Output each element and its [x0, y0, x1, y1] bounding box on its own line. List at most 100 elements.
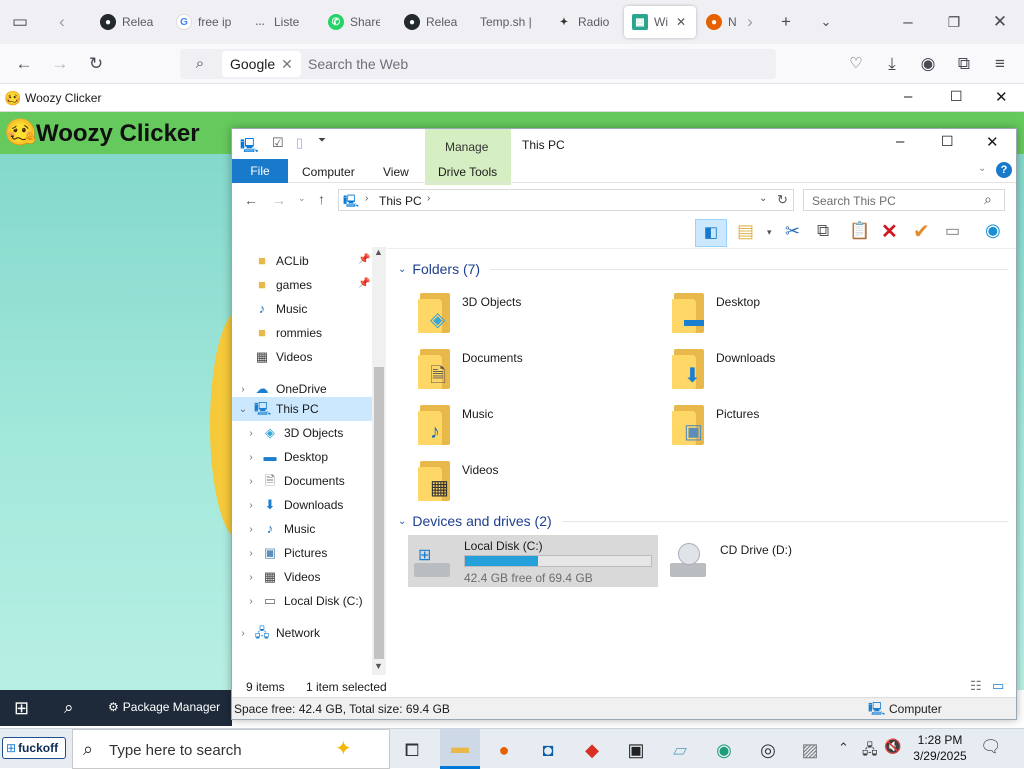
clear-engine-icon[interactable]: ✕ [281, 56, 293, 73]
new-tab-icon[interactable]: + [774, 12, 798, 32]
tab-file[interactable]: File [232, 159, 288, 183]
close-tab-icon[interactable]: ✕ [676, 15, 686, 29]
expand-ribbon-icon[interactable]: ⌄ [978, 163, 986, 174]
chevron-right-icon[interactable]: › [244, 596, 258, 607]
browser-tab-active[interactable]: ▦ Wi ✕ [624, 6, 696, 38]
tree-item-downloads[interactable]: › ⬇ Downloads [244, 493, 384, 517]
browser-tab[interactable]: ● Relea [100, 6, 156, 38]
app-close-icon[interactable]: ✕ [995, 88, 1008, 106]
network-globe-icon[interactable]: ◉ [985, 220, 1001, 241]
tab-view[interactable]: View [383, 165, 409, 179]
folder-videos[interactable]: ▦ Videos [416, 459, 656, 515]
taskbar-search-box[interactable]: ⌕ Type here to search ✦ [72, 729, 390, 769]
refresh-icon[interactable]: ↻ [777, 192, 788, 208]
tree-item-thispc-label[interactable]: ⌄ 🖳 This PC [236, 397, 376, 421]
search-engine-chip[interactable]: Google ✕ [222, 51, 301, 77]
app-taskbar-icon[interactable]: ◆ [572, 735, 612, 765]
browser-tab[interactable]: Gfree ip [176, 6, 234, 38]
app-minimize-icon[interactable]: – [904, 88, 912, 105]
search-input[interactable]: Search the Web [308, 56, 408, 72]
chevron-right-icon[interactable]: › [236, 384, 250, 395]
scroll-up-icon[interactable]: ▲ [374, 247, 383, 257]
scroll-thumb[interactable] [374, 367, 384, 659]
up-icon[interactable]: ↑ [318, 191, 325, 207]
tree-item-local-disk[interactable]: › ▭ Local Disk (C:) [244, 589, 384, 613]
properties-icon[interactable]: ☑ [272, 135, 284, 151]
drives-group-header[interactable]: ⌄ Devices and drives (2) [398, 511, 1008, 531]
browser-tab[interactable]: ✆ Share [328, 6, 380, 38]
chevron-right-icon[interactable]: › [244, 524, 258, 535]
chevron-down-icon[interactable]: ⌄ [236, 404, 250, 415]
address-dropdown-icon[interactable]: ⌄ [759, 193, 767, 204]
folder-pictures[interactable]: ▣ Pictures [670, 403, 910, 459]
brand-button[interactable]: ⊞ fuckoff [2, 737, 66, 759]
chevron-right-icon[interactable]: › [236, 628, 250, 639]
url-bar[interactable]: ⌕ Google ✕ Search the Web [180, 49, 776, 79]
large-icons-view-icon[interactable]: ▭ [992, 678, 1004, 694]
tree-item-3d-objects[interactable]: › ◈ 3D Objects [244, 421, 384, 445]
copy-icon[interactable]: ⧉ [817, 221, 829, 241]
package-manager-button[interactable]: ⚙ Package Manager [108, 700, 220, 714]
browser-tab[interactable]: ● N [706, 6, 740, 38]
tree-item-quick[interactable]: ■ rommies [250, 321, 388, 345]
restore-icon[interactable]: ❐ [942, 12, 966, 32]
folder-downloads[interactable]: ⬇ Downloads [670, 347, 910, 403]
help-icon[interactable]: ? [996, 162, 1012, 178]
extensions-icon[interactable]: ⧉ [952, 54, 976, 74]
tab-scroll-left-icon[interactable]: ‹ [50, 12, 74, 32]
folder-music[interactable]: ♪ Music [416, 403, 656, 459]
explorer-maximize-icon[interactable]: ☐ [941, 133, 954, 150]
app-maximize-icon[interactable]: ☐ [950, 88, 963, 105]
folder-3d-objects[interactable]: ◈ 3D Objects [416, 291, 656, 347]
tab-drive-tools[interactable]: Drive Tools [438, 165, 497, 179]
chevron-right-icon[interactable]: › [244, 572, 258, 583]
forward-icon[interactable]: → [272, 192, 286, 208]
terminal-taskbar-icon[interactable]: ▣ [616, 735, 656, 765]
browser-tab[interactable]: … Liste [252, 6, 306, 38]
folder-documents[interactable]: 🗎 Documents [416, 347, 656, 403]
cut-icon[interactable]: ✂ [785, 221, 800, 242]
scroll-down-icon[interactable]: ▼ [374, 661, 383, 671]
downloads-icon[interactable]: ⤓ [880, 54, 904, 74]
file-explorer-taskbar-icon[interactable]: ▬ [440, 729, 480, 769]
folder-desktop[interactable]: ▬ Desktop [670, 291, 910, 347]
chevron-right-icon[interactable]: › [244, 452, 258, 463]
explorer-close-icon[interactable]: ✕ [986, 133, 999, 151]
tree-item-music[interactable]: › ♪ Music [244, 517, 384, 541]
chevron-right-icon[interactable]: › [244, 476, 258, 487]
tree-item-quick[interactable]: ♪ Music [250, 297, 388, 321]
tree-item-pictures[interactable]: › ▣ Pictures [244, 541, 384, 565]
notepad-taskbar-icon[interactable]: ▱ [660, 735, 700, 765]
network-status-icon[interactable]: 🖧 [862, 739, 878, 763]
chevron-right-icon[interactable]: › [244, 548, 258, 559]
drive-local-disk[interactable]: ⊞ Local Disk (C:) 42.4 GB free of 69.4 G… [408, 535, 658, 587]
back-icon[interactable]: ← [244, 192, 258, 208]
back-icon[interactable]: ← [12, 54, 36, 74]
browser-tab[interactable]: ● Relea [404, 6, 458, 38]
layout-icon[interactable]: ▤ [737, 221, 754, 242]
recent-locations-icon[interactable]: ⌄ [298, 193, 306, 204]
details-view-icon[interactable]: ☷ [970, 678, 982, 694]
browser-tab[interactable]: ✦ Radio [556, 6, 612, 38]
chevron-right-icon[interactable]: › [244, 500, 258, 511]
search-input[interactable]: Search This PC [812, 194, 896, 208]
image-app-taskbar-icon[interactable]: ▨ [790, 735, 830, 765]
breadcrumb[interactable]: This PC [379, 194, 422, 208]
tree-item-desktop[interactable]: › ▬ Desktop [244, 445, 384, 469]
list-tabs-icon[interactable]: ⌄ [814, 12, 838, 32]
address-bar[interactable]: 🖳 › This PC › ⌄ ↻ [338, 189, 794, 211]
close-icon[interactable]: ✕ [988, 12, 1012, 32]
account-icon[interactable]: ◉ [916, 54, 940, 74]
forward-icon[interactable]: → [48, 54, 72, 74]
taskbar-search-input[interactable]: Type here to search [109, 742, 242, 759]
search-icon[interactable]: ⌕ [64, 698, 74, 718]
new-folder-icon[interactable]: ▯ [296, 135, 303, 151]
clock[interactable]: 1:28 PM 3/29/2025 [906, 732, 974, 764]
chevron-right-icon[interactable]: › [244, 428, 258, 439]
browser-taskbar-icon[interactable]: ◉ [704, 735, 744, 765]
tree-item-quick[interactable]: ▦ Videos [250, 345, 388, 369]
tab-scroll-right-icon[interactable]: › [738, 12, 762, 32]
search-box[interactable]: Search This PC ⌕ [803, 189, 1005, 211]
paste-icon[interactable]: 📋 [849, 221, 870, 241]
tree-item-documents[interactable]: › 🗎 Documents [244, 469, 384, 493]
